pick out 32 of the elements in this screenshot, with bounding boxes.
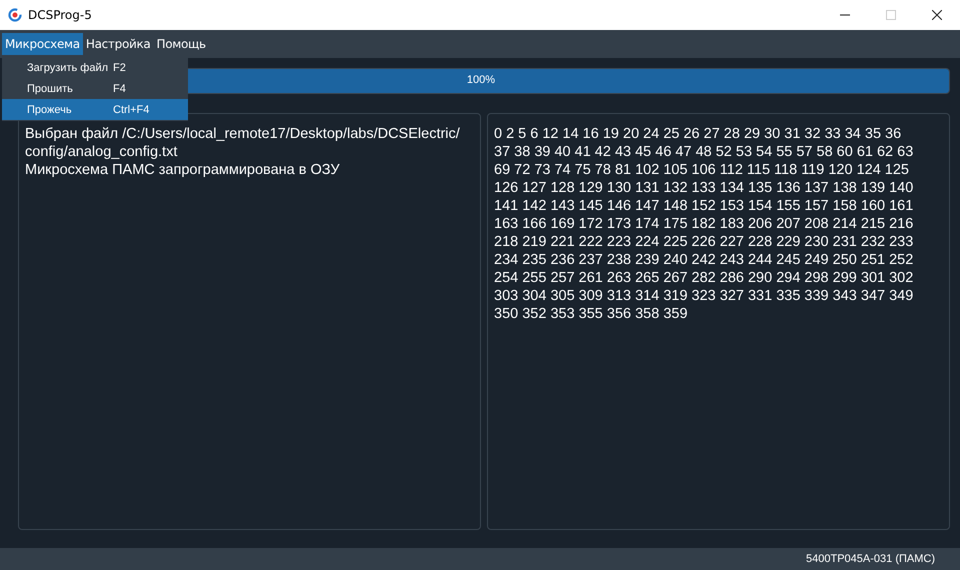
numbers-line: 350 352 353 355 356 358 359	[494, 305, 689, 323]
log-line: config/analog_config.txt	[25, 143, 178, 161]
menu-item[interactable]: Настройка	[82, 33, 154, 55]
shortcut-text: Ctrl+F4	[113, 104, 150, 116]
numbers-line: 126 127 128 129 130 131 132 133 134 135 136 137 138 139 140	[494, 179, 914, 197]
log-line: Выбран файл /C:/Users/local_remote17/Desktop/labs/DCSElectric/	[25, 125, 461, 143]
window-title: DCSProg-5	[28, 8, 93, 22]
app-icon	[8, 8, 22, 22]
numbers-line: 303 304 305 309 313 314 319 323 327 331 335 339 343 347 349	[494, 287, 914, 305]
dropdown-item[interactable]: Загрузить файл F2	[2, 57, 188, 78]
menu-item[interactable]: Помощь	[153, 33, 209, 55]
item-label: Загрузить файл	[27, 62, 110, 74]
progress-reading: 100%	[466, 74, 496, 86]
item-label: Прожечь	[27, 104, 73, 116]
numbers-line: 234 235 236 237 238 239 240 242 243 244 245 249 250 251 252	[494, 251, 914, 269]
numbers-line: 0 2 5 6 12 14 16 19 20 24 25 26 27 28 29 30 31 32 33 34 35 36	[494, 125, 902, 143]
dropdown-item[interactable]: Прошить F4	[2, 78, 188, 99]
numbers-line: 254 255 257 261 263 265 267 282 286 290 294 298 299 301 302	[494, 269, 914, 287]
shortcut-text: F2	[113, 62, 126, 74]
maximize-icon	[886, 10, 896, 20]
shortcut-text: F4	[113, 82, 126, 94]
menu-item[interactable]: Микросхема	[2, 33, 83, 55]
item-label: Прошить	[27, 82, 74, 94]
numbers-line: 218 219 221 222 223 224 225 226 227 228 229 230 231 232 233	[494, 233, 914, 251]
log-line: Микросхема ПАМС запрограммирована в ОЗУ	[25, 161, 341, 179]
status-text: 5400TP045A-031 (ПАМС)	[806, 553, 935, 565]
numbers-line: 69 72 73 74 75 78 81 102 105 106 112 115 118 119 120 124 125	[494, 161, 910, 179]
numbers-line: 163 166 169 172 173 174 175 182 183 206 207 208 214 215 216	[494, 215, 914, 233]
dropdown-item[interactable]: Прожечь Ctrl+F4	[2, 99, 188, 120]
numbers-line: 141 142 143 145 146 147 148 152 153 154 155 157 158 160 161	[494, 197, 914, 215]
close-icon	[932, 10, 942, 20]
numbers-line: 37 38 39 40 41 42 43 45 46 47 48 52 53 54 55 57 58 60 61 62 63	[494, 143, 914, 161]
